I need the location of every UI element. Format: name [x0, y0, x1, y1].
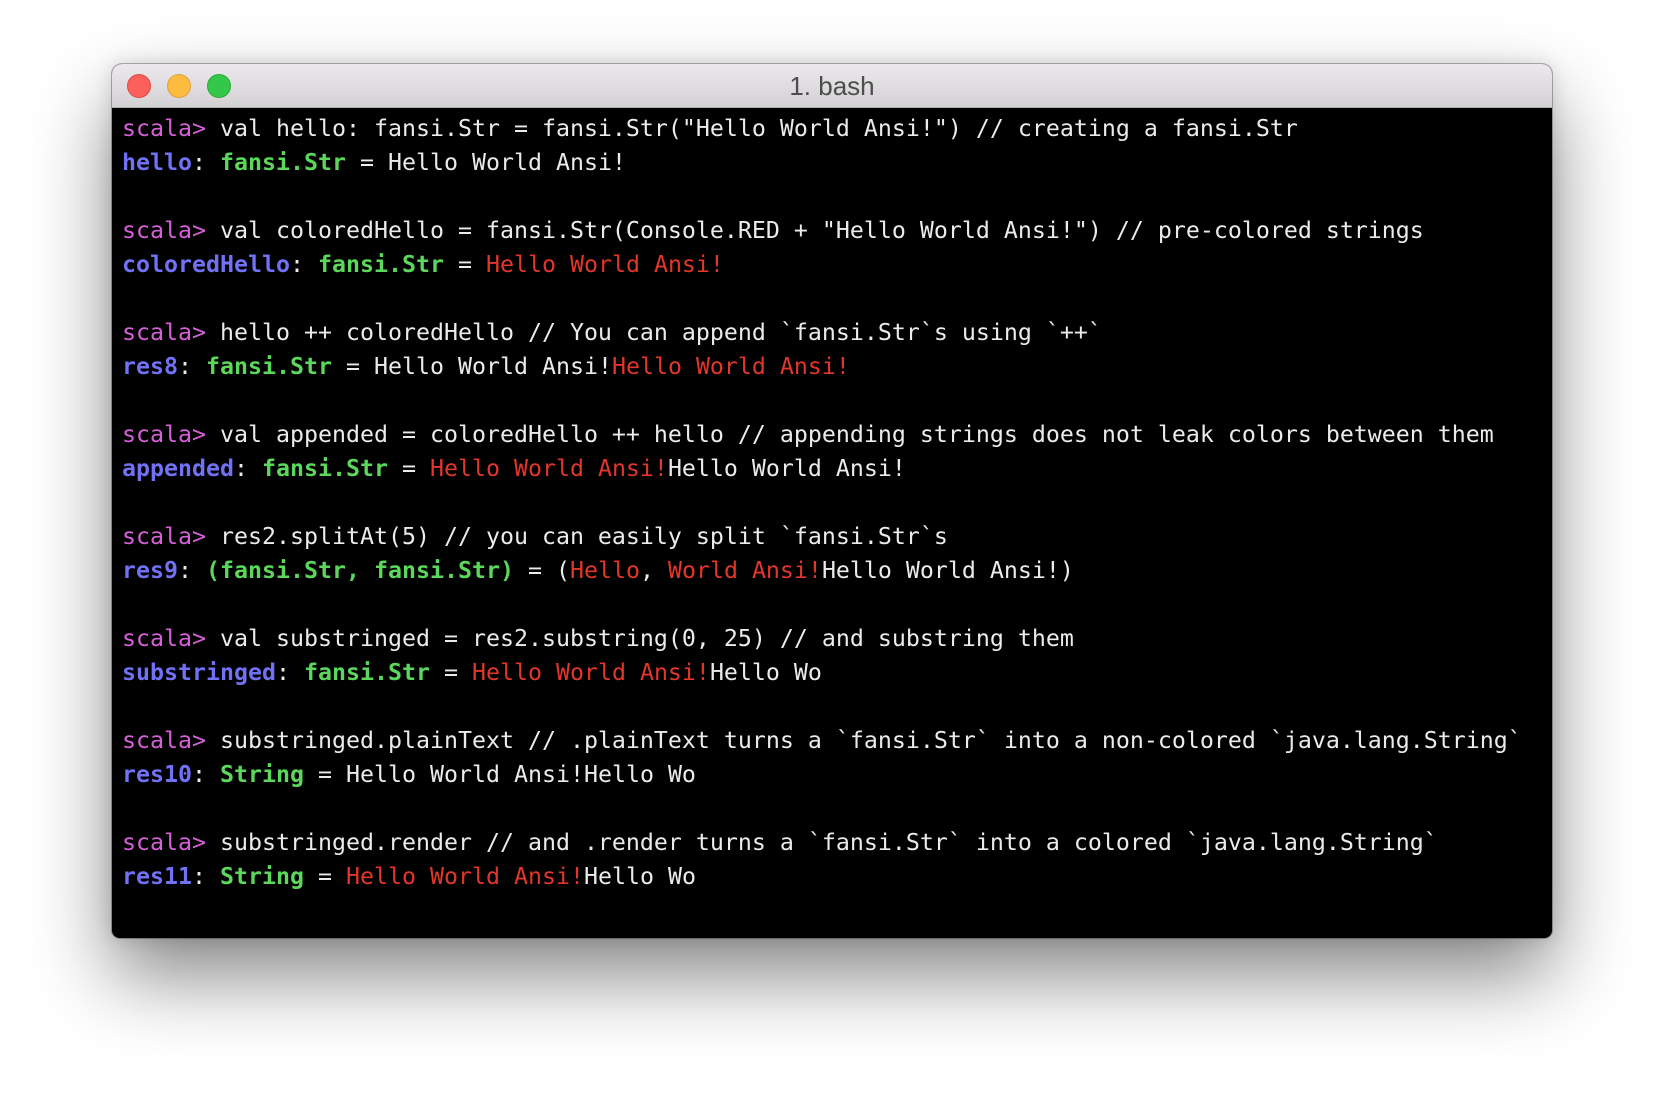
foreground-text: Hello Wo: [709, 659, 822, 686]
foreground-text: = Hello World Ansi!Hello Wo: [304, 761, 696, 788]
window-title: 1. bash: [789, 71, 875, 101]
result-type-text: fansi.Str: [206, 353, 332, 380]
result-type-text: fansi.Str: [317, 251, 444, 278]
result-line: hello: fansi.Str = Hello World Ansi!: [122, 146, 1542, 180]
command-line: scala> hello ++ coloredHello // You can …: [122, 316, 1542, 350]
ansi-red-text: Hello World Ansi!: [429, 455, 668, 482]
foreground-text: = (: [513, 557, 570, 584]
foreground-text: :: [192, 863, 220, 890]
result-name-text: hello: [122, 149, 192, 176]
result-name-text: substringed: [122, 659, 276, 686]
title-bar[interactable]: 1. bash: [112, 64, 1552, 108]
prompt-text: scala>: [122, 319, 206, 346]
command-text: substringed.plainText // .plainText turn…: [220, 727, 1522, 754]
result-type-text: String: [220, 761, 304, 788]
command-line: scala> res2.splitAt(5) // you can easily…: [122, 520, 1542, 554]
command-text: substringed.render // and .render turns …: [220, 829, 1438, 856]
result-type-text: fansi.Str: [303, 659, 430, 686]
command-line: scala> val appended = coloredHello ++ he…: [122, 418, 1542, 452]
result-line: res8: fansi.Str = Hello World Ansi!Hello…: [122, 350, 1542, 384]
foreground-text: =: [304, 863, 346, 890]
result-line: appended: fansi.Str = Hello World Ansi!H…: [122, 452, 1542, 486]
prompt-text: scala>: [122, 625, 206, 652]
result-type-text: fansi.Str: [261, 455, 388, 482]
foreground-text: :: [275, 659, 304, 686]
result-line: substringed: fansi.Str = Hello World Ans…: [122, 656, 1542, 690]
command-line: scala> substringed.render // and .render…: [122, 826, 1542, 860]
foreground-text: :: [178, 353, 206, 380]
foreground-text: = Hello World Ansi!: [331, 353, 612, 380]
result-line: coloredHello: fansi.Str = Hello World An…: [122, 248, 1542, 282]
foreground-text: Hello World Ansi!): [821, 557, 1074, 584]
result-type-text: (fansi.Str, fansi.Str): [206, 557, 514, 584]
foreground-text: =: [443, 251, 486, 278]
command-text: val substringed = res2.substring(0, 25) …: [220, 625, 1074, 652]
terminal-output[interactable]: scala> val hello: fansi.Str = fansi.Str(…: [112, 108, 1552, 938]
result-name-text: res10: [122, 761, 192, 788]
ansi-red-text: Hello World Ansi!: [485, 251, 724, 278]
result-name-text: appended: [122, 455, 234, 482]
foreground-text: Hello World Ansi!: [667, 455, 906, 482]
ansi-red-text: Hello World Ansi!: [611, 353, 850, 380]
prompt-text: scala>: [122, 421, 206, 448]
foreground-text: =: [429, 659, 472, 686]
command-text: val hello: fansi.Str = fansi.Str("Hello …: [220, 115, 1298, 142]
prompt-text: scala>: [122, 727, 206, 754]
command-text: val coloredHello = fansi.Str(Console.RED…: [220, 217, 1424, 244]
foreground-text: = Hello World Ansi!: [345, 149, 626, 176]
command-text: hello ++ coloredHello // You can append …: [220, 319, 1102, 346]
command-text: res2.splitAt(5) // you can easily split …: [220, 523, 948, 550]
ansi-red-text: Hello World Ansi!: [471, 659, 710, 686]
foreground-text: :: [289, 251, 318, 278]
result-name-text: coloredHello: [122, 251, 290, 278]
foreground-text: :: [178, 557, 206, 584]
ansi-red-text: World Ansi!: [667, 557, 822, 584]
prompt-text: scala>: [122, 217, 206, 244]
command-line: scala> substringed.plainText // .plainTe…: [122, 724, 1542, 758]
result-line: res10: String = Hello World Ansi!Hello W…: [122, 758, 1542, 792]
foreground-text: :: [192, 761, 220, 788]
command-text: val appended = coloredHello ++ hello // …: [220, 421, 1494, 448]
result-line: res11: String = Hello World Ansi!Hello W…: [122, 860, 1542, 894]
result-type-text: fansi.Str: [220, 149, 346, 176]
foreground-text: :: [233, 455, 262, 482]
command-line: scala> val coloredHello = fansi.Str(Cons…: [122, 214, 1542, 248]
foreground-text: :: [192, 149, 220, 176]
foreground-text: =: [387, 455, 430, 482]
prompt-text: scala>: [122, 523, 206, 550]
result-name-text: res11: [122, 863, 192, 890]
foreground-text: ,: [639, 557, 668, 584]
ansi-red-text: Hello: [569, 557, 640, 584]
ansi-red-text: Hello World Ansi!: [346, 863, 584, 890]
prompt-text: scala>: [122, 115, 206, 142]
result-type-text: String: [220, 863, 304, 890]
result-line: res9: (fansi.Str, fansi.Str) = (Hello, W…: [122, 554, 1542, 588]
command-line: scala> val substringed = res2.substring(…: [122, 622, 1542, 656]
result-name-text: res8: [122, 353, 178, 380]
terminal-window: 1. bash scala> val hello: fansi.Str = fa…: [112, 64, 1552, 938]
foreground-text: Hello Wo: [583, 863, 696, 890]
prompt-text: scala>: [122, 829, 206, 856]
command-line: scala> val hello: fansi.Str = fansi.Str(…: [122, 112, 1542, 146]
result-name-text: res9: [122, 557, 178, 584]
